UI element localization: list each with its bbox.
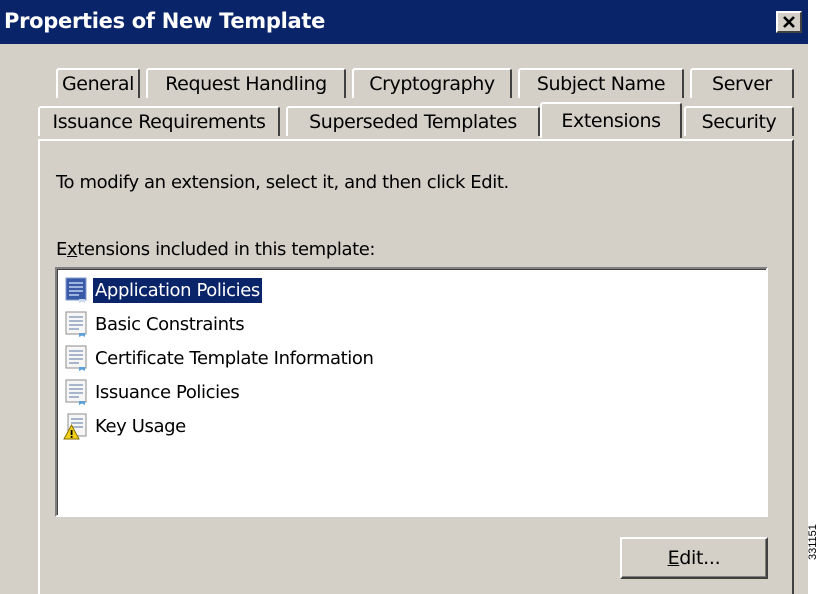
- warning-extension-icon: [63, 412, 89, 440]
- tab-cryptography[interactable]: Cryptography: [352, 68, 512, 98]
- tab-general[interactable]: General: [56, 68, 140, 98]
- list-item-key-usage[interactable]: Key Usage: [63, 411, 188, 441]
- list-item-issuance-policies[interactable]: Issuance Policies: [63, 377, 241, 407]
- item-label: Certificate Template Information: [95, 347, 374, 369]
- accelerator-x: x: [66, 239, 78, 260]
- tab-extensions[interactable]: Extensions: [540, 102, 682, 138]
- page-margin: [808, 0, 820, 594]
- extension-icon: [63, 276, 89, 304]
- list-item-application-policies[interactable]: Application Policies: [63, 275, 263, 305]
- title-bar[interactable]: Properties of New Template: [0, 0, 808, 44]
- list-item-certificate-template-information[interactable]: Certificate Template Information: [63, 343, 375, 373]
- close-icon: [783, 16, 795, 28]
- instruction-text: To modify an extension, select it, and t…: [56, 172, 509, 193]
- extension-icon: [63, 310, 89, 338]
- window-title: Properties of New Template: [4, 9, 326, 33]
- properties-dialog: Properties of New Template General Reque…: [0, 0, 808, 594]
- figure-id: 331151: [807, 524, 819, 560]
- close-button[interactable]: [776, 11, 802, 33]
- tab-subject-name[interactable]: Subject Name: [518, 68, 684, 98]
- tab-security[interactable]: Security: [684, 106, 794, 136]
- item-label: Application Policies: [92, 276, 263, 304]
- tab-issuance-requirements[interactable]: Issuance Requirements: [38, 106, 280, 136]
- item-label: Key Usage: [95, 415, 186, 437]
- list-item-basic-constraints[interactable]: Basic Constraints: [63, 309, 246, 339]
- extensions-list-label: Extensions included in this template:: [56, 239, 376, 260]
- extensions-listbox[interactable]: Application Policies Basic Constraints C…: [55, 267, 768, 517]
- item-label: Issuance Policies: [95, 381, 240, 403]
- item-label: Basic Constraints: [95, 313, 245, 335]
- accelerator-e: E: [667, 547, 680, 569]
- tab-request-handling[interactable]: Request Handling: [146, 68, 346, 98]
- extension-icon: [63, 344, 89, 372]
- tab-superseded-templates[interactable]: Superseded Templates: [286, 106, 540, 136]
- edit-button[interactable]: Edit...: [620, 537, 768, 579]
- tab-server[interactable]: Server: [690, 68, 794, 98]
- extension-icon: [63, 378, 89, 406]
